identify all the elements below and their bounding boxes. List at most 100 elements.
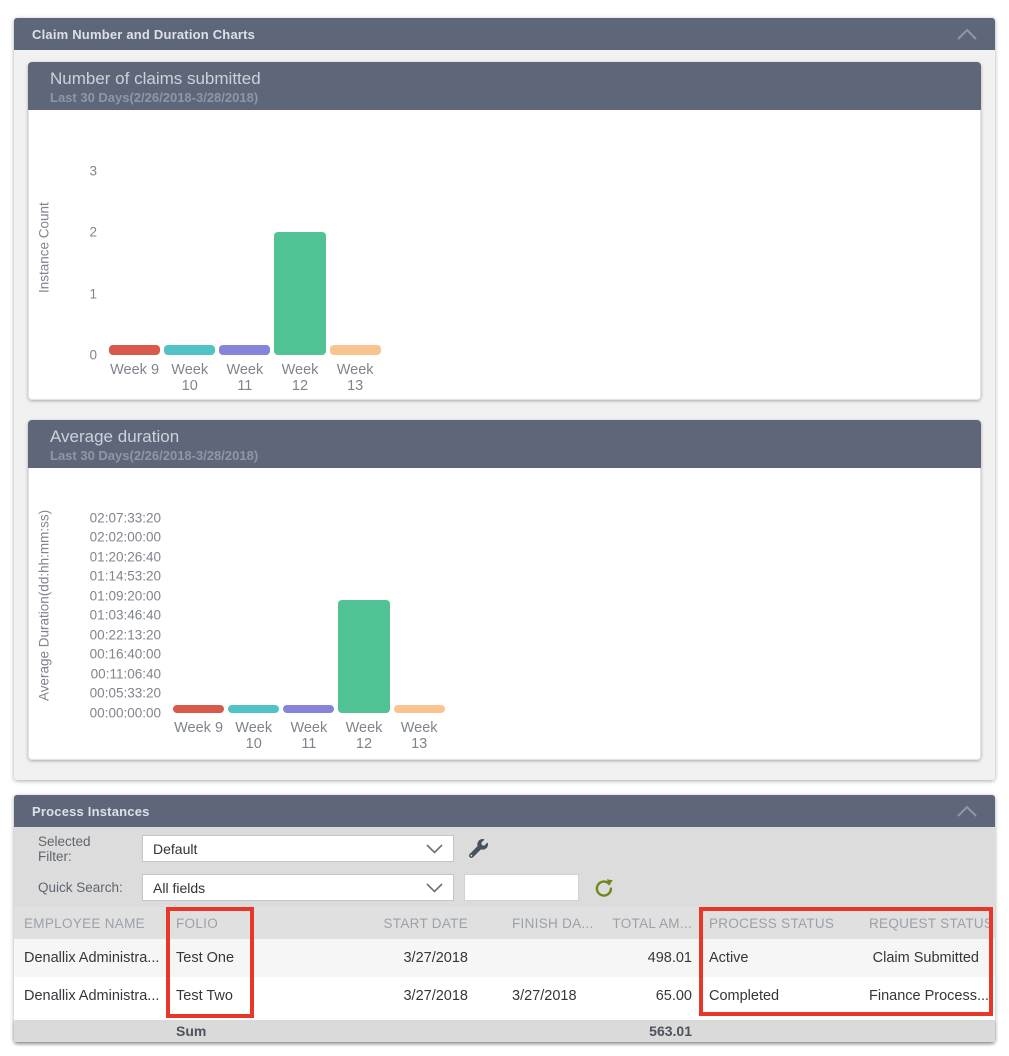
duration-plot-area: Week 9Week 10Week 11Week 12Week 13 (171, 498, 447, 759)
chevron-down-icon (426, 883, 443, 893)
x-tick-label: Week 10 (226, 720, 281, 752)
bar-week-12 (338, 600, 389, 713)
column-header-total-am[interactable]: TOTAL AM... (600, 916, 702, 931)
cell-request-status: Claim Submitted (863, 950, 995, 966)
bar-week-11 (219, 345, 270, 355)
bar-week-9 (109, 345, 160, 355)
bar-week-9 (173, 705, 224, 713)
claims-y-axis-title: Instance Count (29, 140, 59, 355)
bar-week-13 (330, 345, 381, 355)
process-instances-panel: Process Instances Selected Filter: Defau… (14, 795, 995, 1042)
bar-slot (272, 140, 327, 355)
sum-label: Sum (166, 1023, 254, 1039)
bar-slot (217, 140, 272, 355)
cell-total-am: 498.01 (600, 950, 702, 966)
quick-search-input[interactable] (464, 874, 579, 901)
y-tick-label: 02:02:00:00 (90, 530, 161, 545)
bar-slot (336, 498, 391, 713)
duration-bars (171, 498, 447, 713)
column-header-employee-name[interactable]: EMPLOYEE NAME (14, 916, 166, 931)
collapse-charts-panel-button[interactable] (955, 28, 979, 41)
cell-start-date: 3/27/2018 (254, 988, 490, 1004)
cell-folio: Test One (166, 950, 254, 966)
duration-y-axis-title: Average Duration(dd:hh:mm:ss) (29, 498, 59, 713)
x-tick-label: Week 12 (336, 720, 391, 752)
selected-filter-value: Default (153, 841, 197, 857)
y-tick-label: 01:09:20:00 (90, 588, 161, 603)
chevron-up-icon (955, 28, 979, 41)
bar-week-10 (164, 345, 215, 355)
refresh-icon (594, 878, 614, 898)
claims-chart-header: Number of claims submitted Last 30 Days(… (28, 62, 981, 110)
y-tick-label: 01:20:26:40 (90, 549, 161, 564)
charts-panel: Claim Number and Duration Charts Number … (14, 18, 995, 780)
bar-week-13 (394, 705, 445, 713)
x-tick-label: Week 13 (392, 720, 447, 752)
quick-search-field-dropdown[interactable]: All fields (142, 874, 454, 901)
claims-y-axis-ticks: 3210 (59, 140, 107, 355)
cell-start-date: 3/27/2018 (254, 950, 490, 966)
x-tick-label: Week 12 (272, 362, 327, 394)
charts-panel-title: Claim Number and Duration Charts (32, 27, 255, 42)
process-panel-header: Process Instances (14, 795, 995, 827)
cell-total-am: 65.00 (600, 988, 702, 1004)
claims-bars (107, 140, 383, 355)
y-tick-label: 02:07:33:20 (90, 510, 161, 525)
column-header-process-status[interactable]: PROCESS STATUS (702, 916, 863, 931)
table-row[interactable]: Denallix Administra...Test Two3/27/20183… (14, 977, 995, 1015)
bar-slot (171, 498, 226, 713)
refresh-button[interactable] (594, 878, 614, 898)
y-tick-label: 01:03:46:40 (90, 608, 161, 623)
cell-finish-da: 3/27/2018 (490, 988, 600, 1004)
column-header-start-date[interactable]: START DATE (254, 916, 490, 931)
charts-panel-header: Claim Number and Duration Charts (14, 18, 995, 50)
column-header-folio[interactable]: FOLIO (166, 916, 254, 931)
bar-week-11 (283, 705, 334, 713)
cell-process-status: Completed (702, 988, 863, 1004)
quick-search-field-value: All fields (153, 880, 205, 896)
duration-y-axis-ticks: 02:07:33:2002:02:00:0001:20:26:4001:14:5… (59, 498, 171, 713)
bar-slot (226, 498, 281, 713)
y-tick-label: 00:11:06:40 (91, 666, 161, 681)
table-row[interactable]: Denallix Administra...Test One3/27/2018 4… (14, 939, 995, 977)
duration-chart-subtitle: Last 30 Days(2/26/2018-3/28/2018) (50, 447, 981, 464)
process-instances-table: EMPLOYEE NAMEFOLIOSTART DATEFINISH DA...… (14, 907, 995, 1042)
chevron-up-icon (955, 805, 979, 818)
claims-chart-subtitle: Last 30 Days(2/26/2018-3/28/2018) (50, 89, 981, 106)
claims-chart-title: Number of claims submitted (50, 68, 981, 89)
filter-area: Selected Filter: Default Quick Search: A… (14, 827, 995, 907)
x-tick-label: Week 11 (281, 720, 336, 752)
column-header-finish-da[interactable]: FINISH DA... (490, 916, 600, 931)
x-tick-label: Week 9 (107, 362, 162, 394)
y-tick-label: 00:16:40:00 (90, 647, 161, 662)
x-tick-label: Week 9 (171, 720, 226, 752)
filter-settings-button[interactable] (469, 839, 488, 858)
bar-slot (107, 140, 162, 355)
y-tick-label: 0 (89, 348, 97, 363)
collapse-process-panel-button[interactable] (955, 805, 979, 818)
duration-chart-title: Average duration (50, 426, 981, 447)
y-tick-label: 00:22:13:20 (90, 627, 161, 642)
x-tick-label: Week 10 (162, 362, 217, 394)
chevron-down-icon (426, 844, 443, 854)
cell-request-status: Finance Process... (863, 988, 995, 1004)
bar-week-12 (274, 232, 325, 355)
duration-chart-plot: Average Duration(dd:hh:mm:ss) 02:07:33:2… (28, 468, 981, 760)
claims-chart-card: Number of claims submitted Last 30 Days(… (28, 62, 981, 400)
bar-slot (162, 140, 217, 355)
selected-filter-dropdown[interactable]: Default (142, 835, 454, 862)
claims-plot-area: Week 9Week 10Week 11Week 12Week 13 (107, 140, 383, 399)
cell-folio: Test Two (166, 988, 254, 1004)
quick-search-label: Quick Search: (38, 880, 128, 895)
selected-filter-label: Selected Filter: (38, 834, 128, 864)
selected-filter-row: Selected Filter: Default (38, 835, 995, 862)
bar-slot (392, 498, 447, 713)
cell-employee-name: Denallix Administra... (14, 950, 166, 966)
duration-x-axis-labels: Week 9Week 10Week 11Week 12Week 13 (171, 720, 447, 752)
table-sum-row: Sum563.01 (14, 1020, 995, 1042)
table-header-row: EMPLOYEE NAMEFOLIOSTART DATEFINISH DA...… (14, 907, 995, 939)
column-header-request-status[interactable]: REQUEST STATUS (863, 916, 995, 931)
bar-slot (281, 498, 336, 713)
process-panel-title: Process Instances (32, 804, 150, 819)
y-tick-label: 1 (89, 286, 97, 301)
